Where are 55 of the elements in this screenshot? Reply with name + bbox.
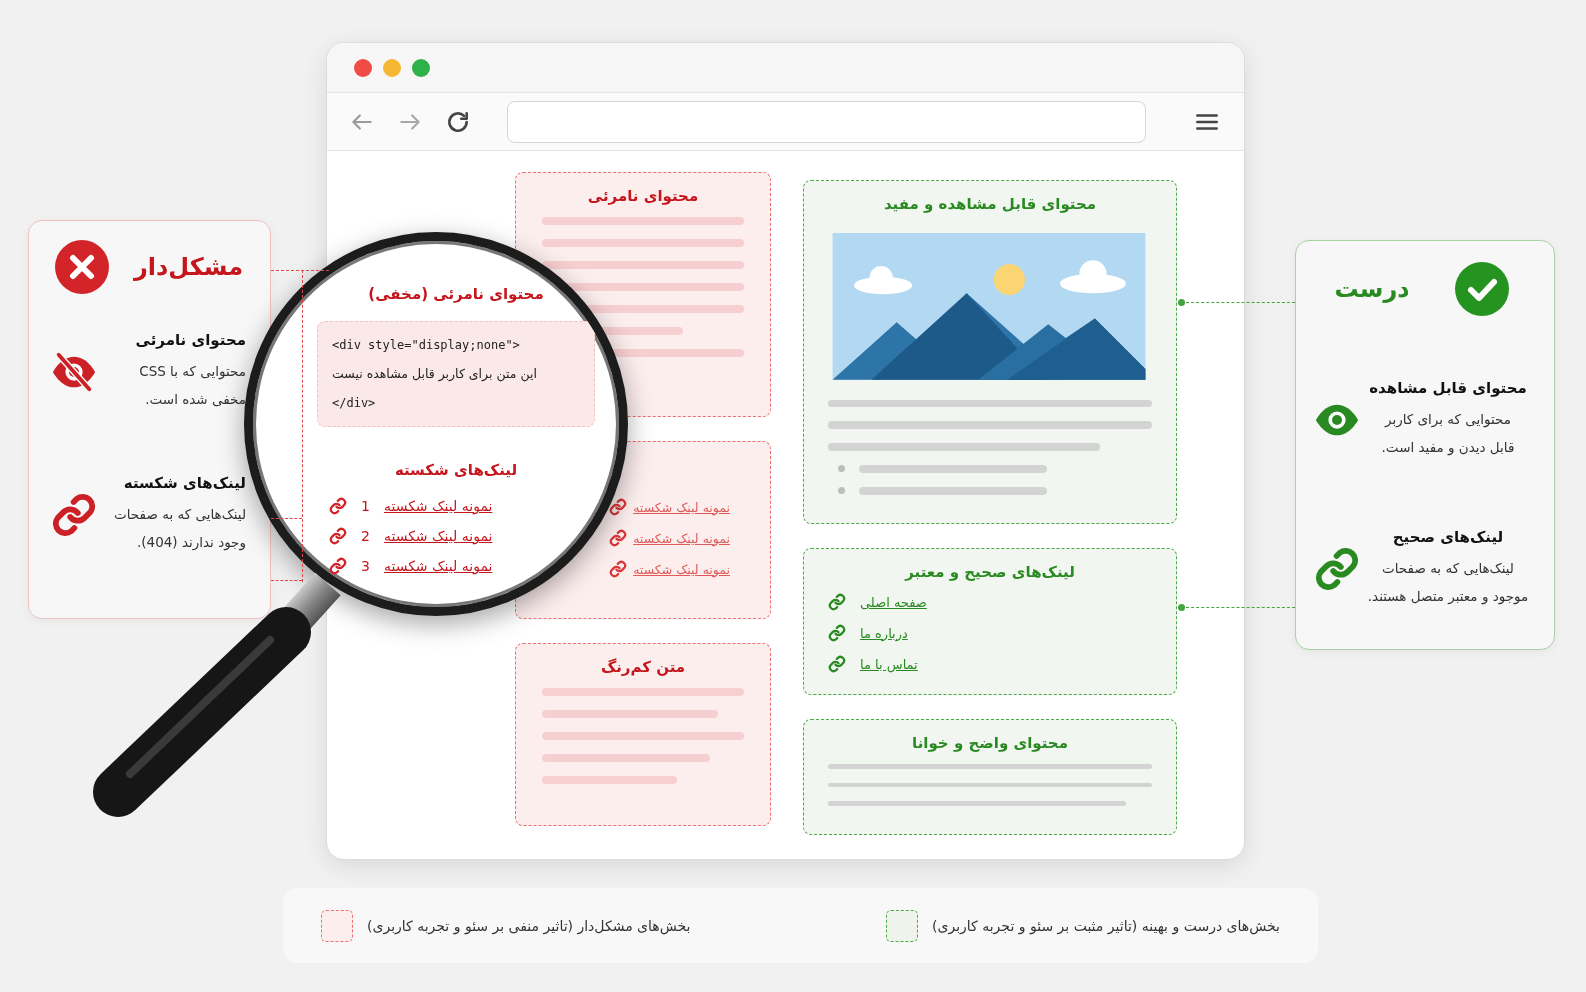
item-description: لینک‌هایی که به صفحات وجود ندارند (404).	[113, 504, 246, 553]
link[interactable]: تماس با ما	[860, 656, 918, 672]
window-control[interactable]	[383, 58, 401, 77]
link[interactable]: نمونه لینک شکسته	[633, 530, 730, 546]
link[interactable]: درباره ما	[860, 625, 908, 641]
broken-link-icon	[609, 498, 628, 516]
link[interactable]: نمونه لینک شکسته	[383, 498, 493, 514]
broken-link-icon	[329, 557, 347, 575]
card-title: محتوای نامرئی	[587, 187, 699, 205]
broken-link-icon	[51, 492, 97, 539]
check-icon	[1453, 261, 1510, 317]
legend-label: بخش‌های درست و بهینه (تاثیر مثبت بر سئو و تجربه کاربری)	[932, 917, 1280, 934]
error-icon	[54, 239, 110, 295]
item-title: لینک‌های شکسته	[122, 473, 246, 492]
broken-link-icon	[609, 560, 628, 578]
link[interactable]: صفحه اصلی	[860, 594, 927, 610]
broken-link-icon	[329, 527, 347, 545]
link-number: 3	[361, 558, 370, 574]
link-icon	[828, 655, 846, 673]
item-title: محتوای نامرئی	[134, 331, 246, 349]
link-icon	[1314, 546, 1360, 593]
bullet-dot	[838, 487, 845, 495]
code-line: </div>	[332, 395, 377, 412]
card-title: محتوای واضح و خوانا	[912, 734, 1068, 752]
callout-title: مشکل‌دار	[134, 253, 243, 281]
card-title: محتوای قابل مشاهده و مفید	[883, 195, 1097, 213]
legend-label: بخش‌های مشکل‌دار (تاثیر منفی بر سئو و تجربه کاربری)	[367, 917, 691, 934]
window-control[interactable]	[412, 58, 430, 77]
zoomed-title: محتوای نامرئی (مخفی)	[368, 285, 544, 303]
link[interactable]: نمونه لینک شکسته	[633, 561, 730, 577]
link[interactable]: نمونه لینک شکسته	[383, 558, 493, 574]
link-icon	[828, 593, 846, 611]
legend-swatch	[886, 909, 919, 942]
card-title: متن کم‌رنگ	[600, 658, 686, 676]
code-line: <div style="display;none">	[332, 337, 521, 354]
item-description: محتوایی که برای کاربر قابل دیدن و مفید است.	[1380, 410, 1516, 458]
card-title: لینک‌های صحیح و معتبر	[905, 563, 1075, 581]
item-title: محتوای قابل مشاهده	[1368, 379, 1528, 397]
link[interactable]: نمونه لینک شکسته	[633, 499, 730, 515]
broken-link-icon	[329, 497, 347, 515]
broken-link-icon	[609, 529, 628, 547]
item-description: محتوایی که با CSS مخفی شده است.	[138, 362, 246, 410]
item-description: لینک‌هایی که به صفحات موجود و معتبر متصل هستند.	[1366, 558, 1530, 607]
link-number: 2	[361, 528, 370, 544]
link[interactable]: نمونه لینک شکسته	[383, 528, 493, 544]
code-line: این متن برای کاربر قابل مشاهده نیست	[332, 365, 538, 383]
address-bar[interactable]	[507, 100, 1146, 143]
link-number: 1	[361, 498, 370, 514]
legend-swatch	[321, 909, 353, 942]
bullet-dot	[838, 465, 845, 473]
callout-title: درست	[1334, 275, 1410, 303]
zoomed-heading: لینک‌های شکسته	[394, 461, 518, 479]
window-control[interactable]	[354, 58, 372, 77]
link-icon	[828, 624, 846, 642]
item-title: لینک‌های صحیح	[1391, 527, 1505, 546]
